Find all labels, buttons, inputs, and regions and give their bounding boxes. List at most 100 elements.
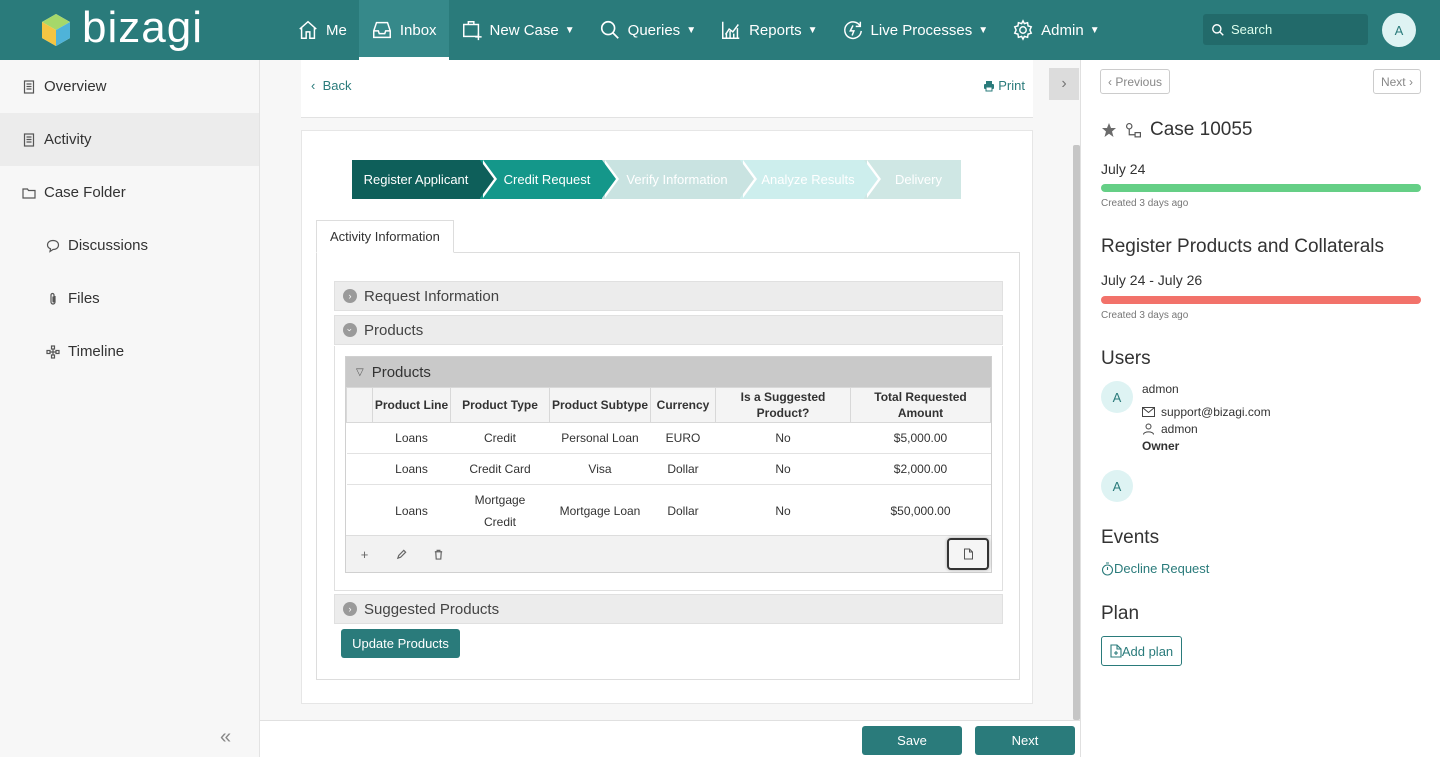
print-link[interactable]: Print [983,78,1025,93]
column-header[interactable]: Product Subtype [549,387,651,423]
table-row[interactable]: Loans Mortgage Credit Mortgage Loan Doll… [346,484,991,537]
back-label: Back [322,78,352,93]
chevron-down-icon: › [343,323,357,337]
reports-icon [722,21,740,39]
tab-panel: › Request Information › Products ▽ Produ… [316,252,1020,680]
nav-admin[interactable]: Admin ▼ [1000,0,1111,60]
back-toolbar: ‹ Back Print [301,60,1033,118]
chat-bubble-icon [46,239,60,253]
chevron-down-icon: ▼ [807,24,818,36]
chevron-right-icon: › [343,289,357,303]
avatar[interactable]: A [1101,381,1133,413]
sidebar-item-discussions[interactable]: Discussions [0,219,259,272]
user-role: Owner [1142,439,1180,453]
chevron-down-icon: ▼ [686,24,697,36]
edit-row-button[interactable] [383,536,420,573]
table-cell: Mortgage Credit [450,484,550,537]
table-cell: Credit Card [450,453,550,485]
star-icon[interactable] [1101,122,1117,138]
nav-live-processes[interactable]: Live Processes ▼ [830,0,1001,60]
document-icon [23,132,35,147]
folder-icon [22,187,36,199]
delete-row-button[interactable] [420,536,457,573]
nav-inbox[interactable]: Inbox [358,0,449,60]
column-header[interactable]: Is a Suggested Product? [715,387,851,423]
section-products[interactable]: › Products [334,315,1003,345]
next-case-button[interactable]: Next › [1372,69,1421,94]
section-request-information[interactable]: › Request Information [334,281,1003,311]
grid-header[interactable]: ▽ Products [346,357,991,387]
sidebar-item-label: Activity [44,131,92,148]
scrollbar[interactable] [1073,145,1080,720]
section-label: Suggested Products [364,600,500,618]
table-row[interactable]: Loans Credit Card Visa Dollar No $2,000.… [346,453,991,485]
plus-icon: + [360,546,369,562]
sidebar-item-label: Files [68,290,100,307]
nav-reports[interactable]: Reports ▼ [708,0,829,60]
chevron-down-icon: ▼ [1089,24,1100,36]
section-suggested-products[interactable]: › Suggested Products [334,594,1003,624]
timeline-icon [46,344,60,359]
main-content: ‹ Back Print › Register Applicant Credit… [260,60,1080,720]
toggle-right-panel-button[interactable]: › [1049,68,1079,100]
inbox-icon [372,21,391,39]
save-button[interactable]: Save [862,726,962,755]
sidebar-item-activity[interactable]: Activity [0,113,259,166]
envelope-icon [1142,407,1155,417]
add-plan-button[interactable]: Add plan [1101,636,1182,666]
task-title: Register Products and Collaterals [1101,236,1385,257]
column-header[interactable]: Product Line [372,387,451,423]
search-box [1203,14,1368,45]
home-icon [299,20,317,39]
step-credit-request[interactable]: Credit Request [480,160,619,199]
avatar[interactable]: A [1101,470,1133,502]
bizagi-logo[interactable]: bizagi [0,6,285,50]
column-header[interactable]: Total Requested Amount [850,387,991,423]
nav-me[interactable]: Me [285,0,359,60]
user-avatar[interactable]: A [1382,13,1416,47]
add-row-button[interactable]: + [346,536,383,573]
chevron-right-icon: › [343,602,357,616]
collapse-sidebar-icon[interactable]: « [220,726,231,749]
nav-new-case[interactable]: New Case ▼ [449,0,587,60]
chevron-left-icon: ‹ [311,78,316,93]
products-section-body: ▽ Products Product Line Product Type Pro… [334,346,1003,591]
next-label: Next [1380,74,1406,89]
export-button[interactable] [947,538,989,570]
activity-form: Register Applicant Credit Request Verify… [301,130,1033,704]
grid-toolbar: + [346,535,991,572]
search-input[interactable] [1231,22,1361,37]
live-process-icon [843,21,862,40]
task-created: Created 3 days ago [1101,310,1189,321]
step-verify-information[interactable]: Verify Information [602,160,757,199]
decline-request-link[interactable]: Decline Request [1101,561,1209,576]
tab-activity-information[interactable]: Activity Information [316,220,454,253]
column-header[interactable]: Currency [650,387,716,423]
next-button[interactable]: Next [975,726,1075,755]
left-sidebar: Overview Activity Case Folder Discussion… [0,60,260,757]
sidebar-item-timeline[interactable]: Timeline [0,325,259,378]
users-heading: Users [1101,348,1151,369]
process-icon [1125,122,1142,139]
sidebar-item-label: Overview [44,78,107,95]
sidebar-item-case-folder[interactable]: Case Folder [0,166,259,219]
events-heading: Events [1101,527,1160,548]
document-icon [23,79,35,94]
step-register-applicant[interactable]: Register Applicant [352,160,497,199]
table-row[interactable]: Loans Credit Personal Loan EURO No $5,00… [346,422,991,454]
table-cell: Dollar [650,453,716,485]
sidebar-item-files[interactable]: Files [0,272,259,325]
user-icon [1143,423,1154,435]
update-products-button[interactable]: Update Products [341,629,460,658]
step-label: Register Applicant [363,172,469,187]
column-header[interactable]: Product Type [450,387,550,423]
products-table: Product Line Product Type Product Subtyp… [346,387,991,537]
sidebar-item-label: Timeline [68,343,125,360]
nav-admin-label: Admin [1041,21,1084,39]
nav-queries[interactable]: Queries ▼ [587,0,708,60]
back-link[interactable]: ‹ Back [311,78,351,93]
previous-case-button[interactable]: ‹ Previous [1100,69,1171,94]
sidebar-item-overview[interactable]: Overview [0,60,259,113]
file-export-icon [963,548,973,560]
step-analyze-results[interactable]: Analyze Results [740,160,881,199]
